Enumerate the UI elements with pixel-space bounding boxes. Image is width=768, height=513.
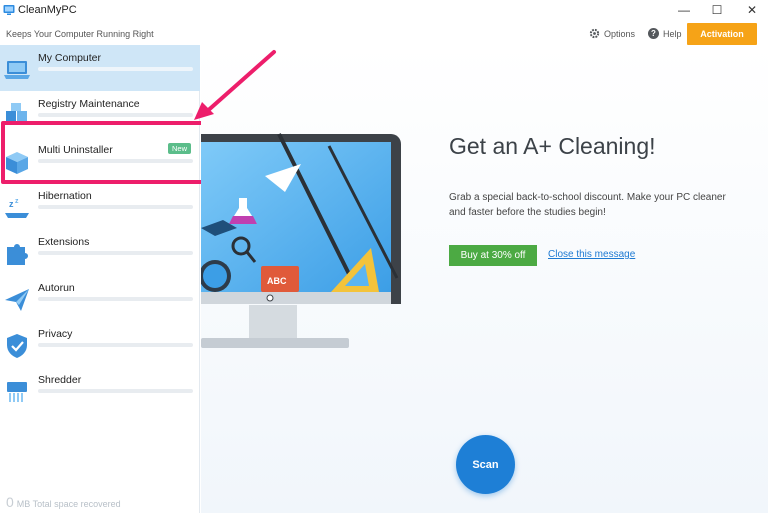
progress-bar — [38, 205, 193, 209]
sidebar-item-hibernation[interactable]: z z Hibernation — [0, 183, 200, 229]
minimize-button[interactable]: — — [670, 0, 698, 20]
sidebar-item-shredder[interactable]: Shredder — [0, 367, 200, 413]
help-label: Help — [663, 28, 682, 39]
title-bar: CleanMyPC — ☐ ✕ — [0, 0, 768, 22]
activation-button[interactable]: Activation — [687, 23, 757, 45]
sidebar-item-extensions[interactable]: Extensions — [0, 229, 200, 275]
puzzle-icon — [7, 244, 28, 265]
shredder-icon — [7, 382, 27, 402]
help-link[interactable]: ? Help — [648, 28, 682, 39]
sidebar-item-label: Registry Maintenance — [38, 98, 140, 110]
sidebar: My Computer Registry Maintenance Multi U… — [0, 45, 200, 513]
help-icon: ? — [648, 28, 659, 39]
svg-text:z: z — [15, 198, 19, 205]
buy-discount-button[interactable]: Buy at 30% off — [449, 245, 537, 266]
promo-headline: Get an A+ Cleaning! — [449, 133, 656, 159]
space-label: MB Total space recovered — [16, 499, 121, 509]
sidebar-item-label: Hibernation — [38, 190, 92, 202]
sidebar-item-autorun[interactable]: Autorun — [0, 275, 200, 321]
gear-icon — [589, 28, 600, 39]
space-recovered: 0 MB Total space recovered — [6, 494, 121, 510]
scan-button[interactable]: Scan — [456, 435, 515, 494]
app-icon — [3, 5, 15, 15]
progress-bar — [38, 251, 193, 255]
space-value: 0 — [6, 494, 14, 510]
paper-plane-icon — [5, 289, 29, 311]
close-message-link[interactable]: Close this message — [548, 249, 635, 260]
options-link[interactable]: Options — [589, 28, 635, 39]
pointer-arrow — [194, 50, 276, 120]
progress-bar — [38, 297, 193, 301]
sidebar-item-privacy[interactable]: Privacy — [0, 321, 200, 367]
laptop-icon — [4, 61, 30, 79]
progress-bar — [38, 343, 193, 347]
sidebar-item-label: Autorun — [38, 282, 75, 294]
progress-bar — [38, 113, 193, 117]
sleep-icon: z z — [5, 198, 29, 218]
tagline: Keeps Your Computer Running Right — [6, 29, 154, 39]
sidebar-item-label: Privacy — [38, 328, 73, 340]
highlight-box — [1, 121, 208, 184]
options-label: Options — [604, 28, 636, 39]
monitor-illustration: ABC — [201, 133, 401, 348]
svg-text:z: z — [9, 199, 14, 209]
app-title: CleanMyPC — [18, 4, 77, 16]
sidebar-item-my-computer[interactable]: My Computer — [0, 45, 200, 91]
progress-bar — [38, 389, 193, 393]
progress-bar — [38, 67, 193, 71]
promo-text: Grab a special back-to-school discount. … — [449, 192, 726, 218]
sidebar-item-label: My Computer — [38, 52, 102, 64]
shield-icon — [7, 334, 27, 358]
book-label: ABC — [267, 276, 287, 286]
sidebar-item-label: Shredder — [38, 374, 82, 386]
sidebar-item-label: Extensions — [38, 236, 90, 248]
maximize-button[interactable]: ☐ — [703, 0, 731, 20]
close-button[interactable]: ✕ — [738, 0, 766, 20]
